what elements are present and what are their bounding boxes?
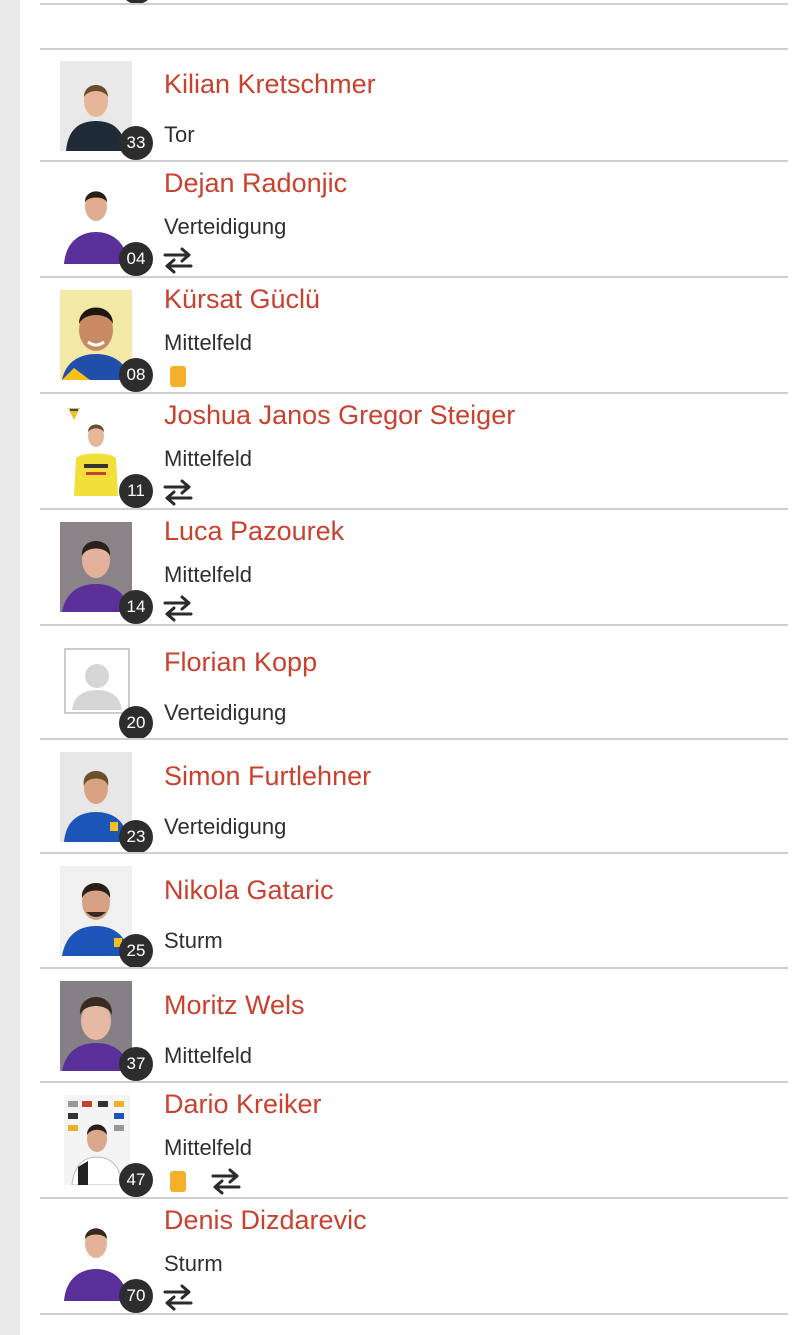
player-name-link[interactable]: Nikola Gataric [164,875,334,906]
shirt-number-badge: 14 [119,590,153,624]
player-name-link[interactable]: Florian Kopp [164,647,317,678]
player-name-link[interactable]: Dejan Radonjic [164,168,347,199]
yellow-card-icon [170,1171,186,1192]
player-row[interactable]: 37 Moritz Wels Mittelfeld [40,969,788,1081]
shirt-number-badge: 33 [119,126,153,160]
left-gutter [0,0,20,1335]
player-name-link[interactable]: Simon Furtlehner [164,761,371,792]
player-row[interactable]: 20 Florian Kopp Verteidigung [40,626,788,740]
substitution-icon [211,1168,241,1195]
player-position: Mittelfeld [164,446,253,471]
player-row[interactable]: 08 Kürsat Güclü Mittelfeld [40,278,788,392]
substitution-icon [163,479,193,506]
shirt-number-badge: 23 [119,820,153,854]
player-name-link[interactable]: Denis Dizdarevic [164,1205,367,1236]
substitution-icon [163,247,193,274]
player-name-link[interactable]: Kilian Kretschmer [164,69,376,100]
player-photo [64,648,130,714]
player-row[interactable]: 33 Kilian Kretschmer Tor [40,50,788,160]
player-row[interactable]: 14 Luca Pazourek Mittelfeld [40,510,788,624]
player-row[interactable]: 47 Dario Kreiker Mittelfeld [40,1083,788,1197]
divider [40,1313,788,1315]
player-row[interactable]: 11 Joshua Janos Gregor Steiger Mittelfel… [40,394,788,508]
shirt-number-badge: 08 [119,358,153,392]
player-name-link[interactable]: Dario Kreiker [164,1089,322,1120]
shirt-number-badge: 04 [119,242,153,276]
player-name-link[interactable]: Kürsat Güclü [164,284,320,315]
player-position: Mittelfeld [164,330,253,355]
player-position: Mittelfeld [164,1043,253,1068]
player-row[interactable]: 23 Simon Furtlehner Verteidigung [40,740,788,854]
player-position: Sturm [164,1251,223,1276]
player-position: Verteidigung [164,214,287,239]
player-position: Verteidigung [164,814,287,839]
shirt-number-badge: 11 [119,474,153,508]
substitution-icon [163,1284,193,1311]
shirt-number-badge: 25 [119,934,153,968]
shirt-number-badge: 20 [119,706,153,740]
placeholder-avatar-icon [64,648,130,714]
substitution-icon [163,595,193,622]
player-position: Mittelfeld [164,562,253,587]
shirt-number-badge: 70 [119,1279,153,1313]
player-name-link[interactable]: Moritz Wels [164,990,305,1021]
player-position: Tor [164,122,195,147]
player-name-link[interactable]: Luca Pazourek [164,516,344,547]
divider [40,3,788,5]
player-position: Mittelfeld [164,1135,253,1160]
player-row[interactable]: 70 Denis Dizdarevic Sturm [40,1199,788,1313]
player-row[interactable]: 25 Nikola Gataric Sturm [40,854,788,968]
player-position: Sturm [164,928,223,953]
player-position: Verteidigung [164,700,287,725]
shirt-number-badge: 47 [119,1163,153,1197]
player-row[interactable]: 04 Dejan Radonjic Verteidigung [40,162,788,276]
shirt-number-badge: 37 [119,1047,153,1081]
player-name-link[interactable]: Joshua Janos Gregor Steiger [164,400,515,431]
yellow-card-icon [170,366,186,387]
